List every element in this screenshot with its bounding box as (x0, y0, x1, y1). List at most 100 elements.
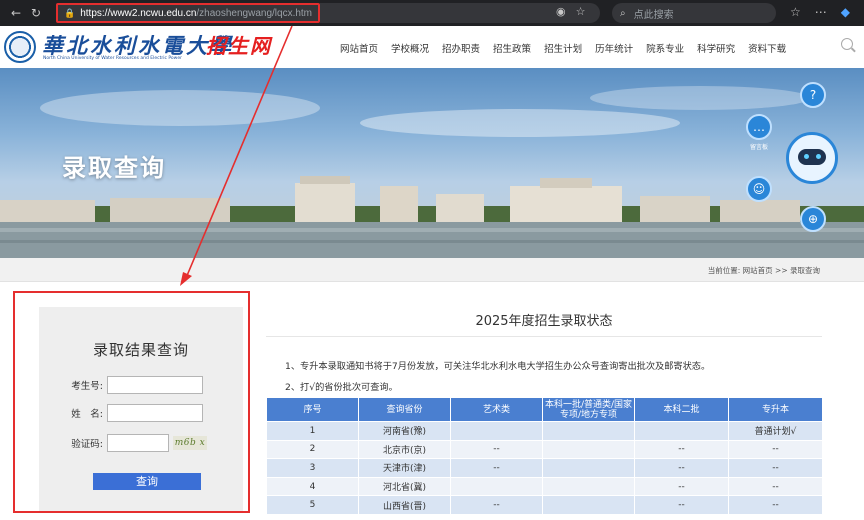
search-icon: ⌕ (620, 7, 626, 19)
cell-art: -- (450, 458, 543, 478)
cell-batch1 (542, 476, 635, 497)
menu-item-policy[interactable]: 招生政策 (493, 41, 531, 55)
col-header-no: 序号 (266, 397, 359, 422)
browser-search-placeholder: 点此搜索 (633, 9, 674, 21)
extension-icons: ◉ ☆ (556, 5, 585, 18)
cell-art (450, 476, 543, 497)
name-input[interactable] (107, 404, 203, 422)
cell-upgrade: -- (728, 439, 823, 460)
cell-province: 河南省(豫) (358, 421, 451, 441)
captcha-row: 验证码: m6b x (59, 434, 207, 452)
reload-icon[interactable]: ↻ (26, 6, 46, 20)
query-panel-highlight: 录取结果查询 考生号: 姓 名: 验证码: m6b x 查询 (13, 291, 250, 513)
university-emblem-icon[interactable] (4, 31, 36, 63)
more-icon[interactable]: ⋯ (815, 5, 827, 19)
menu-item-duties[interactable]: 招办职责 (442, 41, 480, 55)
table-row: 5 山西省(晋) -- -- -- (266, 495, 823, 515)
menu-item-majors[interactable]: 院系专业 (646, 41, 684, 55)
table-header-row: 序号 查询省份 艺术类 本科一批/普通类/国家专项/地方专项 本科二批 专升本 (266, 397, 823, 422)
cell-upgrade: -- (728, 495, 823, 515)
query-submit-button[interactable]: 查询 (93, 473, 201, 490)
exam-no-label: 考生号: (71, 381, 103, 392)
cell-no: 2 (266, 439, 359, 460)
cell-batch2: -- (634, 458, 729, 478)
page-banner: 录取查询 ? … 留言板 ☺ ⊕ (0, 68, 864, 258)
cell-province: 北京市(京) (358, 439, 451, 460)
lock-icon: 🔒 (64, 7, 76, 18)
col-header-batch1: 本科一批/普通类/国家专项/地方专项 (542, 397, 635, 422)
cell-art (450, 421, 543, 441)
name-label: 姓 名: (71, 409, 103, 420)
browser-search-input[interactable]: ⌕ 点此搜索 (612, 3, 776, 23)
logo-subtitle: North China University of Water Resource… (43, 56, 182, 61)
cell-batch1 (542, 458, 635, 478)
cell-batch1 (542, 421, 635, 441)
breadcrumb[interactable]: 当前位置: 网站首页 >> 录取查询 (708, 265, 820, 276)
chat-icon[interactable]: … (746, 114, 772, 140)
menu-item-overview[interactable]: 学校概况 (391, 41, 429, 55)
cell-batch1 (542, 495, 635, 515)
cell-upgrade[interactable]: 普通计划√ (728, 421, 823, 441)
note-2: 2、打√的省份批次可查询。 (285, 382, 398, 393)
robot-icon[interactable] (786, 132, 838, 184)
query-form: 录取结果查询 考生号: 姓 名: 验证码: m6b x 查询 (39, 307, 243, 511)
cell-art: -- (450, 495, 543, 515)
table-row: 4 河北省(冀) -- -- (266, 476, 823, 497)
cell-province: 山西省(晋) (358, 495, 451, 515)
status-title: 2025年度招生录取状态 (475, 314, 613, 329)
main-menu: 网站首页 学校概况 招办职责 招生政策 招生计划 历年统计 院系专业 科学研究 … (340, 41, 799, 55)
star-icon[interactable]: ☆ (576, 5, 586, 18)
cell-province: 天津市(津) (358, 458, 451, 478)
name-row: 姓 名: (59, 404, 203, 422)
menu-item-research[interactable]: 科学研究 (697, 41, 735, 55)
divider (266, 336, 822, 337)
favorites-icon[interactable]: ☆ (790, 5, 801, 19)
extension-icon[interactable]: ◉ (556, 5, 566, 18)
captcha-label: 验证码: (71, 439, 103, 450)
browser-right-icons: ☆ ⋯ ◆ (790, 5, 850, 19)
captcha-input[interactable] (107, 434, 169, 452)
col-header-batch2: 本科二批 (634, 397, 729, 422)
cell-batch1 (542, 439, 635, 460)
col-header-province: 查询省份 (358, 397, 451, 422)
exam-no-input[interactable] (107, 376, 203, 394)
globe-icon[interactable]: ⊕ (800, 206, 826, 232)
menu-item-home[interactable]: 网站首页 (340, 41, 378, 55)
table-row: 3 天津市(津) -- -- -- (266, 458, 823, 478)
address-bar[interactable]: 🔒 https://www2.ncwu.edu.cn /zhaoshengwan… (56, 3, 320, 23)
col-header-art: 艺术类 (450, 397, 543, 422)
query-title: 录取结果查询 (92, 341, 189, 359)
cell-no: 1 (266, 421, 359, 441)
url-path: /zhaoshengwang/lqcx.htm (196, 7, 313, 19)
cell-no: 3 (266, 458, 359, 478)
question-icon[interactable]: ? (800, 82, 826, 108)
col-header-upgrade: 专升本 (728, 397, 823, 422)
menu-item-stats[interactable]: 历年统计 (595, 41, 633, 55)
banner-title: 录取查询 (62, 154, 166, 182)
cell-province: 河北省(冀) (358, 476, 451, 497)
back-icon[interactable]: ← (6, 6, 26, 20)
cell-no: 5 (266, 495, 359, 515)
site-search-icon[interactable] (841, 38, 853, 50)
admission-status-table: 序号 查询省份 艺术类 本科一批/普通类/国家专项/地方专项 本科二批 专升本 … (266, 397, 823, 515)
logo-admissions[interactable]: 招生网 (206, 30, 272, 59)
site-header: 華北水利水電大學 North China University of Water… (0, 26, 864, 68)
table-row: 1 河南省(豫) 普通计划√ (266, 421, 823, 441)
cell-art: -- (450, 439, 543, 460)
message-board-label: 留言板 (750, 144, 769, 151)
cell-upgrade: -- (728, 458, 823, 478)
smile-icon[interactable]: ☺ (746, 176, 772, 202)
cell-no: 4 (266, 476, 359, 497)
menu-item-downloads[interactable]: 资料下载 (748, 41, 786, 55)
url-host: https://www2.ncwu.edu.cn (80, 7, 197, 19)
cell-batch2: -- (634, 439, 729, 460)
table-row: 2 北京市(京) -- -- -- (266, 439, 823, 460)
cell-upgrade: -- (728, 476, 823, 497)
exam-no-row: 考生号: (59, 376, 203, 394)
captcha-image[interactable]: m6b x (173, 436, 207, 450)
cell-batch2: -- (634, 476, 729, 497)
note-1: 1、专升本录取通知书将于7月份发放，可关注华北水利水电大学招生办公众号查询寄出批… (285, 361, 711, 372)
menu-item-plan[interactable]: 招生计划 (544, 41, 582, 55)
copilot-icon[interactable]: ◆ (841, 5, 850, 19)
breadcrumb-bar: 当前位置: 网站首页 >> 录取查询 (0, 258, 864, 282)
